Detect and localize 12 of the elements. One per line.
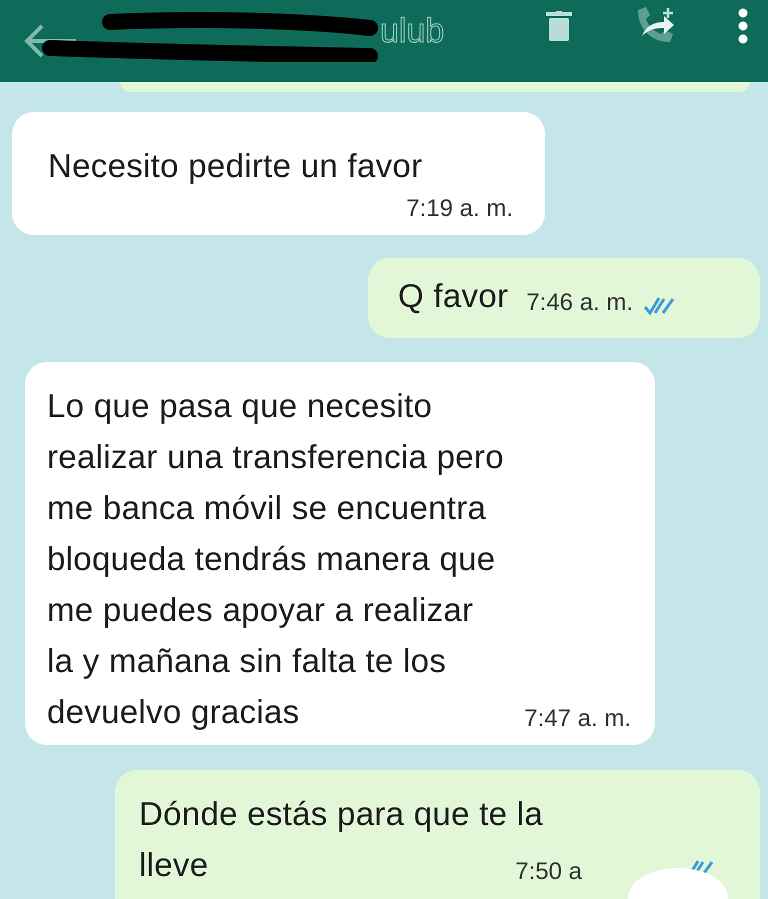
message-text: Necesito pedirte un favor	[48, 146, 424, 186]
message-time: 7:19 a. m.	[406, 195, 513, 223]
message-time: 7:46 a. m.	[526, 289, 634, 317]
contact-name: ulub	[380, 12, 444, 50]
message-time: 7:47 a. m.	[524, 705, 631, 732]
message-text: Q favor	[398, 276, 508, 316]
message-text: lleve	[139, 845, 208, 885]
message-text: Dónde estás para que te la	[139, 794, 544, 834]
message-text: devuelvo gracias	[47, 692, 300, 732]
more-options-icon[interactable]	[738, 8, 748, 44]
message-time: 7:50 a	[515, 858, 582, 886]
delete-icon[interactable]	[546, 11, 572, 41]
